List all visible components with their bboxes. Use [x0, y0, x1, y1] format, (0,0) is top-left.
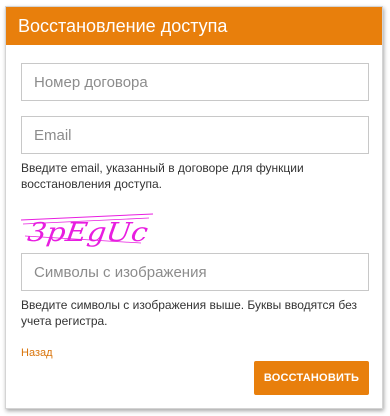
captcha-image: 3pEgUc — [21, 213, 154, 248]
captcha-text: 3pEgUc — [26, 218, 151, 248]
captcha-hint: Введите символы с изображения выше. Букв… — [21, 298, 357, 328]
contract-number-input[interactable] — [21, 63, 369, 101]
restore-button[interactable]: ВОССТАНОВИТЬ — [254, 361, 369, 395]
captcha-input[interactable] — [21, 253, 369, 291]
restore-access-panel: Восстановление доступа Введите email, ук… — [5, 6, 383, 409]
email-input[interactable] — [21, 116, 369, 154]
panel-title: Восстановление доступа — [6, 7, 382, 45]
back-link[interactable]: Назад — [21, 347, 53, 359]
email-hint: Введите email, указанный в договоре для … — [21, 161, 304, 191]
